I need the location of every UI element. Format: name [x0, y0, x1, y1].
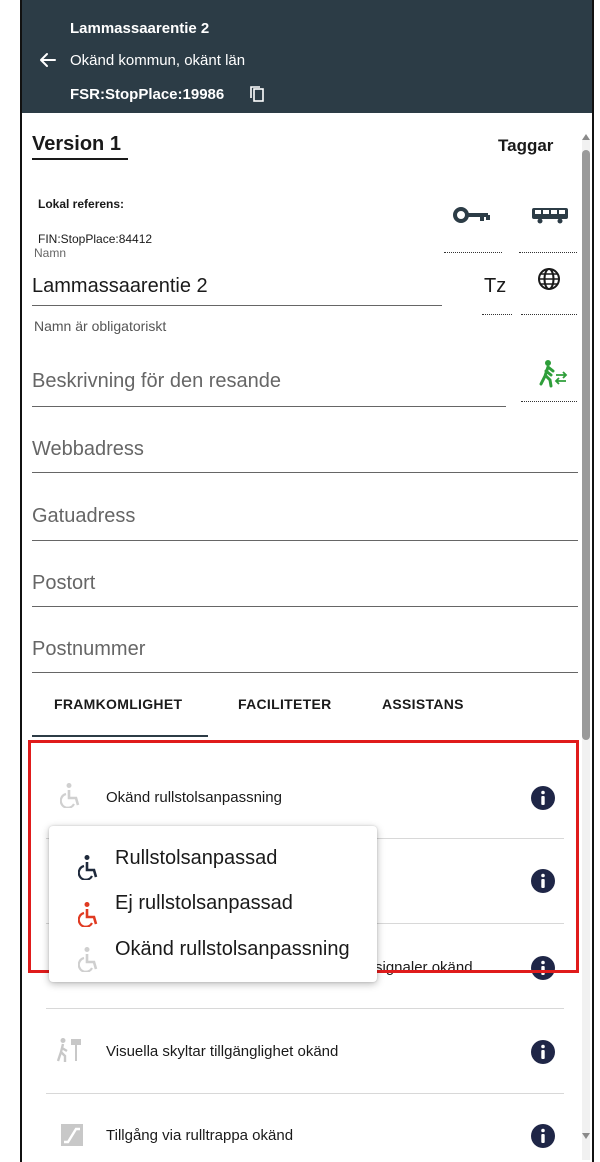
wheelchair-not-accessible-icon	[78, 902, 98, 927]
scrollbar-thumb[interactable]	[582, 150, 590, 740]
scroll-up-arrow-icon[interactable]	[581, 132, 591, 142]
back-arrow-icon[interactable]	[38, 50, 58, 70]
tags-button[interactable]: Taggar	[498, 136, 553, 156]
name-field-label: Namn	[34, 246, 67, 260]
row-divider	[46, 1093, 564, 1094]
wheelchair-unknown-icon	[78, 947, 98, 972]
bus-icon[interactable]	[529, 205, 571, 225]
row-divider	[46, 1008, 564, 1009]
name-input[interactable]: Lammassaarentie 2	[32, 275, 208, 298]
web-address-underline	[32, 472, 578, 473]
version-tab[interactable]: Version 1	[32, 133, 121, 156]
name-input-underline	[32, 305, 442, 306]
wheelchair-options-menu: Rullstolsanpassad Ej rullstolsanpassad O…	[49, 826, 377, 982]
transport-button-underline	[519, 252, 577, 253]
description-lang-underline	[521, 401, 577, 402]
timezone-underline	[482, 314, 512, 315]
language-underline	[521, 314, 577, 315]
local-reference-value: FIN:StopPlace:84412	[38, 232, 153, 246]
menu-option-not-accessible[interactable]: Ej rullstolsanpassad	[115, 892, 293, 915]
walking-person-icon[interactable]	[537, 358, 569, 390]
active-tab-indicator	[32, 735, 208, 737]
municipality-label: Okänd kommun, okänt län	[70, 52, 246, 69]
version-tab-underline	[32, 158, 128, 160]
description-input[interactable]: Beskrivning för den resande	[32, 370, 281, 393]
zip-code-underline	[32, 672, 578, 673]
menu-option-unknown[interactable]: Okänd rullstolsanpassning	[115, 938, 350, 961]
tab-assistance[interactable]: ASSISTANS	[382, 696, 464, 712]
stop-place-editor-panel: Lammassaarentie 2 Okänd kommun, okänt lä…	[20, 0, 594, 1162]
tab-facilities[interactable]: FACILITETER	[238, 696, 332, 712]
visual-signs-icon[interactable]	[56, 1037, 84, 1063]
info-icon[interactable]	[530, 1123, 556, 1149]
tab-accessibility[interactable]: FRAMKOMLIGHET	[54, 696, 182, 712]
panel-header: Lammassaarentie 2 Okänd kommun, okänt lä…	[22, 0, 592, 113]
street-address-underline	[32, 540, 578, 541]
description-underline	[32, 406, 506, 407]
escalator-status-label[interactable]: Tillgång via rulltrappa okänd	[106, 1127, 293, 1144]
street-address-input[interactable]: Gatuadress	[32, 505, 578, 528]
scroll-down-arrow-icon[interactable]	[581, 1131, 591, 1141]
globe-icon[interactable]	[536, 266, 562, 292]
key-icon[interactable]	[452, 203, 492, 227]
local-reference-label: Lokal referens:	[38, 197, 125, 211]
escalator-icon[interactable]	[60, 1122, 84, 1148]
zip-code-input[interactable]: Postnummer	[32, 638, 578, 661]
menu-option-accessible[interactable]: Rullstolsanpassad	[115, 847, 277, 870]
stop-place-id: FSR:StopPlace:19986	[70, 86, 225, 103]
visual-signs-status-label[interactable]: Visuella skyltar tillgänglighet okänd	[106, 1043, 338, 1060]
key-button-underline	[444, 252, 502, 253]
name-helper-text: Namn är obligatoriskt	[34, 318, 167, 334]
copy-icon[interactable]	[249, 85, 265, 103]
city-input[interactable]: Postort	[32, 572, 578, 595]
wheelchair-accessible-icon	[78, 855, 98, 880]
web-address-input[interactable]: Webbadress	[32, 438, 578, 461]
timezone-button[interactable]: Tz	[484, 275, 506, 298]
stop-place-title: Lammassaarentie 2	[70, 20, 210, 37]
city-underline	[32, 606, 578, 607]
info-icon[interactable]	[530, 1039, 556, 1065]
